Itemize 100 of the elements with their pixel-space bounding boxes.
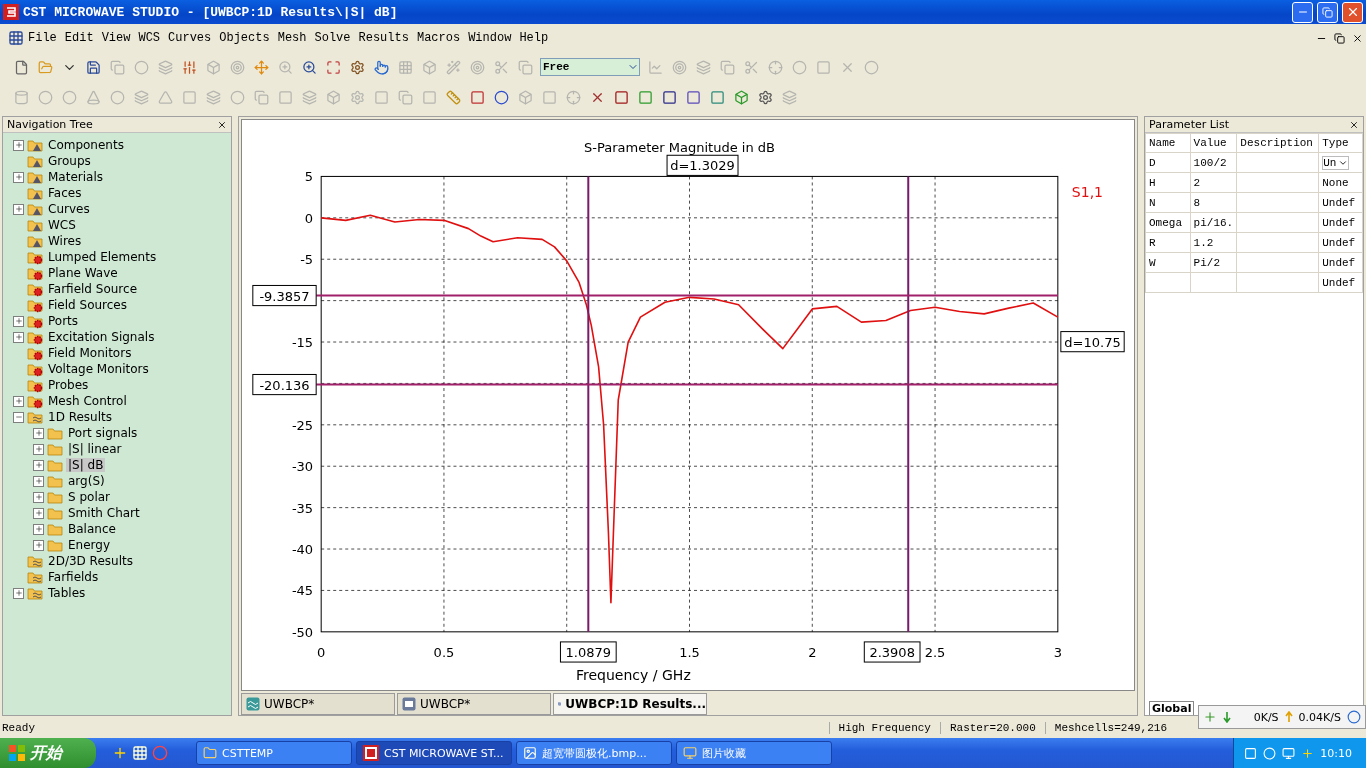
cube-icon[interactable] xyxy=(732,88,750,106)
ruler-icon[interactable] xyxy=(444,88,462,106)
tree-item[interactable]: Components xyxy=(46,138,126,152)
triangle-icon[interactable] xyxy=(156,88,174,106)
expand-button[interactable] xyxy=(33,459,44,471)
menu-item[interactable]: Solve xyxy=(310,31,355,45)
tree-item[interactable]: Probes xyxy=(46,378,91,392)
taskbar-button[interactable]: CST MICROWAVE ST... xyxy=(356,741,512,765)
save-icon[interactable] xyxy=(84,58,102,76)
type-dropdown[interactable]: Un xyxy=(1322,155,1350,170)
tree-item[interactable]: Port signals xyxy=(66,426,140,440)
expand-button[interactable] xyxy=(13,587,24,599)
tree-item[interactable]: Faces xyxy=(46,186,84,200)
layers-icon[interactable] xyxy=(204,88,222,106)
zoom-icon[interactable] xyxy=(276,58,294,76)
menu-item[interactable]: Help xyxy=(515,31,553,45)
menu-item[interactable]: Macros xyxy=(412,31,465,45)
move-icon[interactable] xyxy=(252,58,270,76)
document-tab[interactable]: UWBCP* xyxy=(241,693,395,716)
tree-item[interactable]: WCS xyxy=(46,218,78,232)
tree-item[interactable]: Ports xyxy=(46,314,81,328)
collapse-button[interactable] xyxy=(13,411,24,423)
cube-icon[interactable] xyxy=(324,88,342,106)
tree-item[interactable]: 2D/3D Results xyxy=(46,554,135,568)
add-icon[interactable] xyxy=(112,745,128,761)
copy-icon[interactable] xyxy=(718,58,736,76)
cylinder-icon[interactable] xyxy=(12,88,30,106)
expand-button[interactable] xyxy=(13,331,24,343)
view-mode-dropdown[interactable]: Free xyxy=(540,58,640,76)
menu-item[interactable]: Window xyxy=(464,31,516,45)
square-icon[interactable] xyxy=(684,88,702,106)
target-icon[interactable] xyxy=(468,58,486,76)
document-tab[interactable]: UWBCP* xyxy=(397,693,551,716)
close-icon[interactable] xyxy=(217,119,227,130)
menu-item[interactable]: Results xyxy=(354,31,413,45)
square-icon[interactable] xyxy=(636,88,654,106)
tree-item[interactable]: Voltage Monitors xyxy=(46,362,151,376)
tree-item[interactable]: S polar xyxy=(66,490,112,504)
menu-item[interactable]: Curves xyxy=(164,31,216,45)
cube-icon[interactable] xyxy=(516,88,534,106)
tree-item[interactable]: Lumped Elements xyxy=(46,250,159,264)
fit-view-icon[interactable] xyxy=(324,58,342,76)
square-icon[interactable] xyxy=(708,88,726,106)
sphere-icon[interactable] xyxy=(36,88,54,106)
taskbar-button[interactable]: 超宽带圆极化.bmp... xyxy=(516,741,672,765)
global-tab[interactable]: Global xyxy=(1149,701,1195,715)
expand-button[interactable] xyxy=(33,523,44,535)
wand-icon[interactable] xyxy=(444,58,462,76)
document-tab[interactable]: UWBCP:1D Results... xyxy=(553,693,707,716)
tree-item[interactable]: Balance xyxy=(66,522,118,536)
tree-item[interactable]: Farfields xyxy=(46,570,101,584)
gear-icon[interactable] xyxy=(348,58,366,76)
tree-item[interactable]: 1D Results xyxy=(46,410,115,424)
expand-button[interactable] xyxy=(33,443,44,455)
tree-item[interactable]: Mesh Control xyxy=(46,394,129,408)
close-icon[interactable] xyxy=(1349,119,1359,130)
expand-button[interactable] xyxy=(33,491,44,503)
cut-icon[interactable] xyxy=(742,58,760,76)
tree-item[interactable]: arg(S) xyxy=(66,474,107,488)
layers-icon[interactable] xyxy=(780,88,798,106)
gear-icon[interactable] xyxy=(756,88,774,106)
chart-icon[interactable] xyxy=(646,58,664,76)
copy-icon[interactable] xyxy=(516,58,534,76)
tree-item[interactable]: Energy xyxy=(66,538,112,552)
marker-line[interactable] xyxy=(907,176,910,632)
tree-item[interactable]: Field Monitors xyxy=(46,346,134,360)
menu-item[interactable]: Edit xyxy=(60,31,98,45)
tree-item[interactable]: Plane Wave xyxy=(46,266,120,280)
circle-icon[interactable] xyxy=(492,88,510,106)
marker-line[interactable] xyxy=(316,383,1058,386)
menu-item[interactable]: WCS xyxy=(134,31,165,45)
menu-item[interactable]: View xyxy=(97,31,135,45)
crosshair-icon[interactable] xyxy=(766,58,784,76)
tree-item[interactable]: |S| dB xyxy=(66,458,106,472)
menu-item[interactable]: Objects xyxy=(215,31,274,45)
tree-item[interactable]: Groups xyxy=(46,154,93,168)
square-icon[interactable] xyxy=(660,88,678,106)
taskbar-button[interactable]: 图片收藏 xyxy=(676,741,832,765)
expand-button[interactable] xyxy=(33,539,44,551)
layers-icon[interactable] xyxy=(300,88,318,106)
tree-item[interactable]: Field Sources xyxy=(46,298,129,312)
tree-item[interactable]: Smith Chart xyxy=(66,506,142,520)
network-icon[interactable] xyxy=(1282,746,1296,760)
menu-item[interactable]: Mesh xyxy=(273,31,311,45)
copy-icon[interactable] xyxy=(252,88,270,106)
minimize-button[interactable] xyxy=(1292,1,1313,23)
expand-button[interactable] xyxy=(33,427,44,439)
taskbar-button[interactable]: CSTTEMP xyxy=(196,741,352,765)
tree-item[interactable]: Materials xyxy=(46,170,105,184)
cone-icon[interactable] xyxy=(84,88,102,106)
copy-icon[interactable] xyxy=(108,58,126,76)
expand-button[interactable] xyxy=(13,139,24,151)
expand-button[interactable] xyxy=(13,203,24,215)
expand-button[interactable] xyxy=(13,395,24,407)
marker-line[interactable] xyxy=(316,294,1058,297)
crosshair-icon[interactable] xyxy=(564,88,582,106)
layers-icon[interactable] xyxy=(132,88,150,106)
tree-item[interactable]: Curves xyxy=(46,202,92,216)
tree-item[interactable]: |S| linear xyxy=(66,442,124,456)
zoom-in-icon[interactable] xyxy=(300,58,318,76)
